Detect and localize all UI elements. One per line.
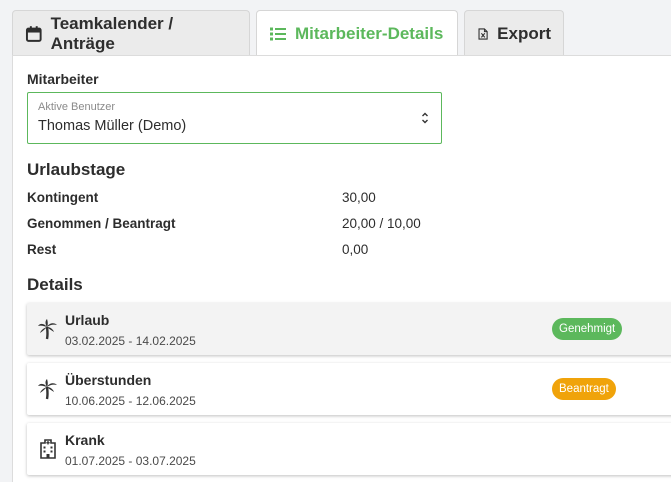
item-title: Überstunden <box>65 372 152 388</box>
list-icon <box>270 27 286 40</box>
tab-export[interactable]: Export <box>464 10 564 56</box>
chevron-up-down-icon <box>422 112 428 124</box>
employee-label: Mitarbeiter <box>27 71 99 87</box>
item-title: Krank <box>65 432 105 448</box>
excel-file-icon <box>478 27 488 40</box>
hospital-icon <box>40 439 56 459</box>
list-item[interactable]: Urlaub 03.02.2025 - 14.02.2025 Genehmigt <box>27 303 671 355</box>
taken-value: 20,00 / 10,00 <box>342 216 421 231</box>
tab-mitarbeiter-details[interactable]: Mitarbeiter-Details <box>256 10 458 56</box>
rest-value: 0,00 <box>342 242 369 257</box>
tab-label: Mitarbeiter-Details <box>295 23 444 43</box>
palm-tree-icon <box>38 379 57 400</box>
list-item[interactable]: Krank 01.07.2025 - 03.07.2025 <box>27 423 671 475</box>
tab-bar: Teamkalender / Anträge Mitarbeiter-Detai… <box>12 10 564 56</box>
item-dates: 03.02.2025 - 14.02.2025 <box>65 334 196 348</box>
list-item[interactable]: Überstunden 10.06.2025 - 12.06.2025 Bean… <box>27 363 671 415</box>
select-value: Thomas Müller (Demo) <box>38 118 187 134</box>
calendar-icon <box>25 25 42 42</box>
quota-value: 30,00 <box>342 190 376 205</box>
item-dates: 10.06.2025 - 12.06.2025 <box>65 394 196 408</box>
tab-label: Teamkalender / Anträge <box>50 13 174 53</box>
quota-label: Kontingent <box>27 190 99 205</box>
employee-select[interactable]: Aktive Benutzer Thomas Müller (Demo) <box>27 92 442 144</box>
details-heading: Details <box>27 275 83 294</box>
select-caption: Aktive Benutzer <box>38 101 116 113</box>
rest-label: Rest <box>27 242 57 257</box>
tab-teamkalender[interactable]: Teamkalender / Anträge <box>12 10 250 56</box>
tab-label: Export <box>497 23 551 43</box>
taken-label: Genommen / Beantragt <box>27 216 176 231</box>
status-badge: Beantragt <box>552 378 616 400</box>
item-dates: 01.07.2025 - 03.07.2025 <box>65 454 196 468</box>
vacation-heading: Urlaubstage <box>27 160 126 179</box>
item-title: Urlaub <box>65 312 110 328</box>
status-badge: Genehmigt <box>552 318 623 340</box>
details-panel: Mitarbeiter Aktive Benutzer Thomas Mülle… <box>12 55 671 482</box>
palm-tree-icon <box>38 319 57 340</box>
